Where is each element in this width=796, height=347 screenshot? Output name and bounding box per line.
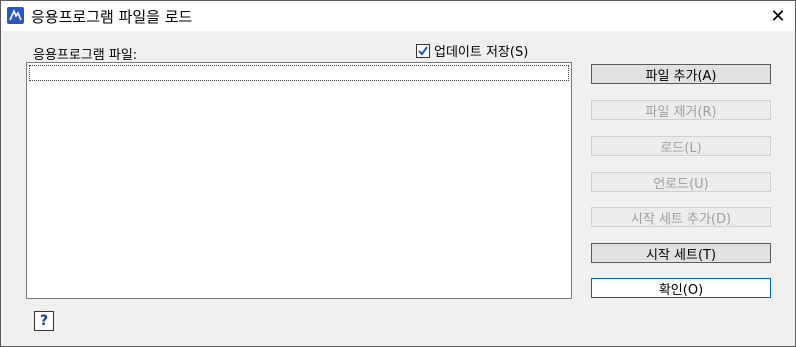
update-checkbox-label: 업데이트 저장(S) [434, 45, 529, 60]
files-label: 응용프로그램 파일: [33, 48, 138, 63]
remove-file-button[interactable]: 파일 제거(R) [591, 100, 771, 120]
title-bar: 응용프로그램 파일을 로드 ✕ [1, 1, 795, 31]
load-button[interactable]: 로드(L) [591, 136, 771, 156]
startup-suite-button[interactable]: 시작 세트(T) [591, 243, 771, 263]
update-checkbox[interactable]: 업데이트 저장(S) [416, 41, 528, 60]
load-application-dialog: 응용프로그램 파일을 로드 ✕ 응용프로그램 파일: 업데이트 저장(S) 파일… [0, 0, 796, 347]
window-title: 응용프로그램 파일을 로드 [31, 8, 193, 26]
list-focus-row [29, 65, 569, 81]
app-icon [7, 7, 24, 24]
close-icon[interactable]: ✕ [761, 1, 795, 31]
add-file-button[interactable]: 파일 추가(A) [591, 64, 771, 84]
ok-button[interactable]: 확인(O) [591, 278, 771, 298]
help-icon[interactable]: ? [34, 311, 54, 331]
checkbox-checked-icon[interactable] [416, 43, 430, 58]
add-startup-suite-button[interactable]: 시작 세트 추가(D) [591, 207, 771, 227]
application-file-list[interactable] [26, 62, 572, 299]
unload-button[interactable]: 언로드(U) [591, 172, 771, 192]
